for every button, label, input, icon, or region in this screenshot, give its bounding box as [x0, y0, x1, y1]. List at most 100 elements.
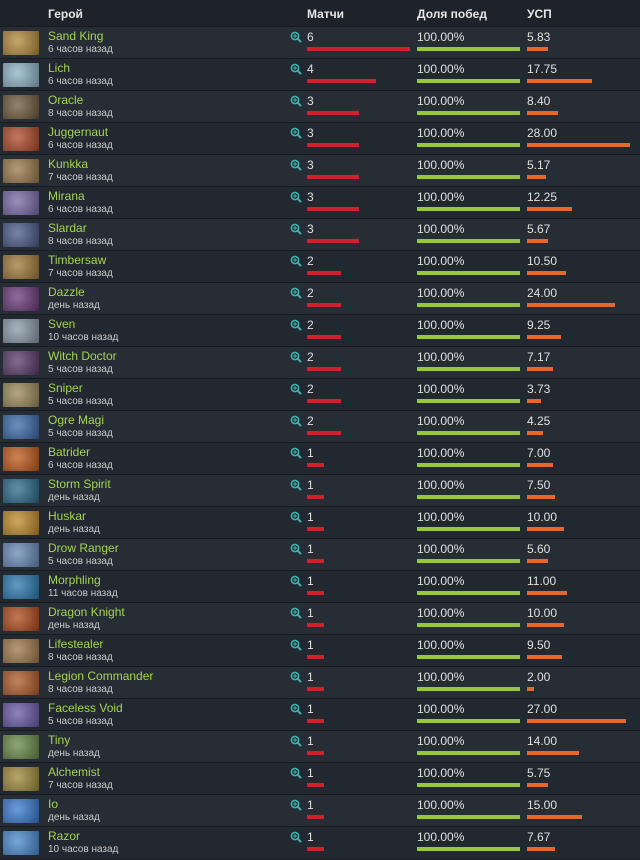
magnifier-plus-icon[interactable]	[290, 287, 302, 299]
hero-portrait[interactable]	[3, 63, 39, 87]
hero-name-link[interactable]: Legion Commander	[48, 669, 153, 683]
hero-name-link[interactable]: Morphling	[48, 573, 101, 587]
hero-name-link[interactable]: Slardar	[48, 221, 87, 235]
table-row[interactable]: Sven 10 часов назад 2 100.00% 9.25	[0, 314, 640, 346]
hero-name-link[interactable]: Storm Spirit	[48, 477, 111, 491]
hero-portrait[interactable]	[3, 191, 39, 215]
hero-portrait[interactable]	[3, 223, 39, 247]
table-row[interactable]: Slardar 8 часов назад 3 100.00% 5.67	[0, 218, 640, 250]
table-row[interactable]: Kunkka 7 часов назад 3 100.00% 5.17	[0, 154, 640, 186]
hero-portrait[interactable]	[3, 287, 39, 311]
hero-portrait[interactable]	[3, 671, 39, 695]
table-row[interactable]: Razor 10 часов назад 1 100.00% 7.67	[0, 826, 640, 858]
hero-portrait[interactable]	[3, 351, 39, 375]
header-matches[interactable]: Матчи	[307, 7, 344, 21]
table-row[interactable]: Timbersaw 7 часов назад 2 100.00% 10.50	[0, 250, 640, 282]
hero-name-link[interactable]: Huskar	[48, 509, 86, 523]
hero-portrait[interactable]	[3, 543, 39, 567]
hero-name-link[interactable]: Dragon Knight	[48, 605, 125, 619]
hero-name-link[interactable]: Oracle	[48, 93, 83, 107]
magnifier-plus-icon[interactable]	[290, 191, 302, 203]
magnifier-plus-icon[interactable]	[290, 319, 302, 331]
hero-portrait[interactable]	[3, 703, 39, 727]
table-row[interactable]: Sniper 5 часов назад 2 100.00% 3.73	[0, 378, 640, 410]
hero-name-link[interactable]: Lifestealer	[48, 637, 103, 651]
table-row[interactable]: Batrider 6 часов назад 1 100.00% 7.00	[0, 442, 640, 474]
magnifier-plus-icon[interactable]	[290, 639, 302, 651]
hero-portrait[interactable]	[3, 415, 39, 439]
table-row[interactable]: Dragon Knight день назад 1 100.00% 10.00	[0, 602, 640, 634]
hero-portrait[interactable]	[3, 767, 39, 791]
hero-portrait[interactable]	[3, 383, 39, 407]
hero-name-link[interactable]: Mirana	[48, 189, 85, 203]
table-row[interactable]: Oracle 8 часов назад 3 100.00% 8.40	[0, 90, 640, 122]
hero-name-link[interactable]: Kunkka	[48, 157, 88, 171]
hero-name-link[interactable]: Drow Ranger	[48, 541, 119, 555]
magnifier-plus-icon[interactable]	[290, 351, 302, 363]
magnifier-plus-icon[interactable]	[290, 831, 302, 843]
table-row[interactable]: Io день назад 1 100.00% 15.00	[0, 794, 640, 826]
hero-name-link[interactable]: Ogre Magi	[48, 413, 104, 427]
table-row[interactable]: Morphling 11 часов назад 1 100.00% 11.00	[0, 570, 640, 602]
magnifier-plus-icon[interactable]	[290, 415, 302, 427]
magnifier-plus-icon[interactable]	[290, 255, 302, 267]
magnifier-plus-icon[interactable]	[290, 479, 302, 491]
hero-name-link[interactable]: Faceless Void	[48, 701, 123, 715]
hero-name-link[interactable]: Sand King	[48, 29, 103, 43]
hero-portrait[interactable]	[3, 735, 39, 759]
table-row[interactable]: Lich 6 часов назад 4 100.00% 17.75	[0, 58, 640, 90]
hero-name-link[interactable]: Juggernaut	[48, 125, 108, 139]
table-row[interactable]: Mirana 6 часов назад 3 100.00% 12.25	[0, 186, 640, 218]
hero-name-link[interactable]: Sven	[48, 317, 75, 331]
magnifier-plus-icon[interactable]	[290, 31, 302, 43]
magnifier-plus-icon[interactable]	[290, 607, 302, 619]
hero-portrait[interactable]	[3, 639, 39, 663]
header-kda[interactable]: УСП	[527, 7, 552, 21]
header-hero[interactable]: Герой	[48, 7, 83, 21]
magnifier-plus-icon[interactable]	[290, 703, 302, 715]
hero-name-link[interactable]: Dazzle	[48, 285, 85, 299]
magnifier-plus-icon[interactable]	[290, 95, 302, 107]
hero-portrait[interactable]	[3, 447, 39, 471]
table-row[interactable]: Lifestealer 8 часов назад 1 100.00% 9.50	[0, 634, 640, 666]
magnifier-plus-icon[interactable]	[290, 447, 302, 459]
header-winrate[interactable]: Доля побед	[417, 7, 487, 21]
table-row[interactable]: Huskar день назад 1 100.00% 10.00	[0, 506, 640, 538]
hero-name-link[interactable]: Witch Doctor	[48, 349, 117, 363]
table-row[interactable]: Sand King 6 часов назад 6 100.00% 5.83	[0, 26, 640, 58]
hero-name-link[interactable]: Razor	[48, 829, 80, 843]
magnifier-plus-icon[interactable]	[290, 511, 302, 523]
hero-portrait[interactable]	[3, 31, 39, 55]
table-row[interactable]: Drow Ranger 5 часов назад 1 100.00% 5.60	[0, 538, 640, 570]
hero-portrait[interactable]	[3, 607, 39, 631]
table-row[interactable]: Dazzle день назад 2 100.00% 24.00	[0, 282, 640, 314]
table-row[interactable]: Faceless Void 5 часов назад 1 100.00% 27.00	[0, 698, 640, 730]
hero-name-link[interactable]: Timbersaw	[48, 253, 106, 267]
table-row[interactable]: Alchemist 7 часов назад 1 100.00% 5.75	[0, 762, 640, 794]
hero-name-link[interactable]: Io	[48, 797, 58, 811]
magnifier-plus-icon[interactable]	[290, 575, 302, 587]
hero-name-link[interactable]: Sniper	[48, 381, 83, 395]
hero-portrait[interactable]	[3, 799, 39, 823]
hero-name-link[interactable]: Lich	[48, 61, 70, 75]
hero-portrait[interactable]	[3, 159, 39, 183]
magnifier-plus-icon[interactable]	[290, 671, 302, 683]
magnifier-plus-icon[interactable]	[290, 735, 302, 747]
magnifier-plus-icon[interactable]	[290, 127, 302, 139]
table-row[interactable]: Storm Spirit день назад 1 100.00% 7.50	[0, 474, 640, 506]
hero-portrait[interactable]	[3, 95, 39, 119]
hero-portrait[interactable]	[3, 575, 39, 599]
magnifier-plus-icon[interactable]	[290, 799, 302, 811]
hero-portrait[interactable]	[3, 255, 39, 279]
table-row[interactable]: Witch Doctor 5 часов назад 2 100.00% 7.17	[0, 346, 640, 378]
magnifier-plus-icon[interactable]	[290, 159, 302, 171]
hero-portrait[interactable]	[3, 831, 39, 855]
table-row[interactable]: Legion Commander 8 часов назад 1 100.00% 2.0…	[0, 666, 640, 698]
magnifier-plus-icon[interactable]	[290, 383, 302, 395]
magnifier-plus-icon[interactable]	[290, 767, 302, 779]
magnifier-plus-icon[interactable]	[290, 63, 302, 75]
hero-portrait[interactable]	[3, 479, 39, 503]
hero-portrait[interactable]	[3, 319, 39, 343]
table-row[interactable]: Juggernaut 6 часов назад 3 100.00% 28.00	[0, 122, 640, 154]
magnifier-plus-icon[interactable]	[290, 543, 302, 555]
